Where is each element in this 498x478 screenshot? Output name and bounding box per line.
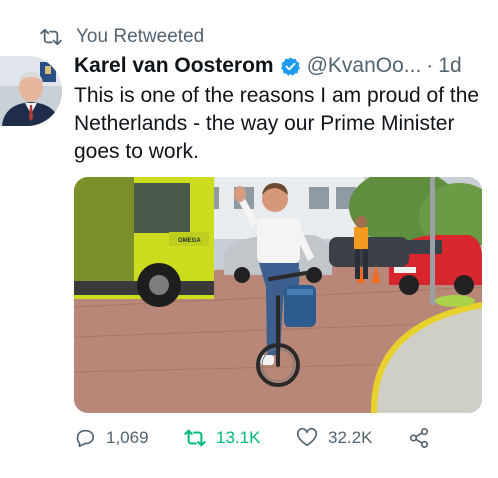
like-count: 32.2K <box>328 428 373 447</box>
header-separator: · <box>426 54 434 77</box>
share-button[interactable] <box>408 427 440 449</box>
retweet-banner-text: You Retweeted <box>76 26 205 47</box>
share-icon <box>409 428 429 448</box>
like-button[interactable]: 32.2K <box>296 427 372 449</box>
tweet-timestamp[interactable]: 1d <box>438 52 461 80</box>
tweet-text: This is one of the reasons I am proud of… <box>74 84 480 163</box>
avatar[interactable] <box>0 56 62 126</box>
reply-count: 1,069 <box>106 428 149 447</box>
tweet-actions: 1,069 13.1K 32.2K <box>74 424 484 454</box>
author-name[interactable]: Karel van Oosterom <box>74 52 274 80</box>
reply-icon <box>76 429 95 448</box>
tweet-media-image[interactable]: OMEGA <box>74 177 482 413</box>
verified-badge-icon <box>280 56 300 76</box>
retweet-count: 13.1K <box>216 428 261 447</box>
retweet-icon <box>40 28 62 46</box>
retweet-button[interactable]: 13.1K <box>184 427 260 449</box>
media-photo: OMEGA <box>74 177 482 413</box>
retweet-icon <box>184 429 206 447</box>
retweet-banner: You Retweeted <box>40 24 204 50</box>
like-icon <box>296 427 318 447</box>
author-handle[interactable]: @KvanOo... <box>307 52 422 80</box>
truck-label: OMEGA <box>178 238 201 244</box>
tweet-header: Karel van Oosterom @KvanOo... · 1d <box>74 52 462 80</box>
reply-button[interactable]: 1,069 <box>74 427 149 449</box>
